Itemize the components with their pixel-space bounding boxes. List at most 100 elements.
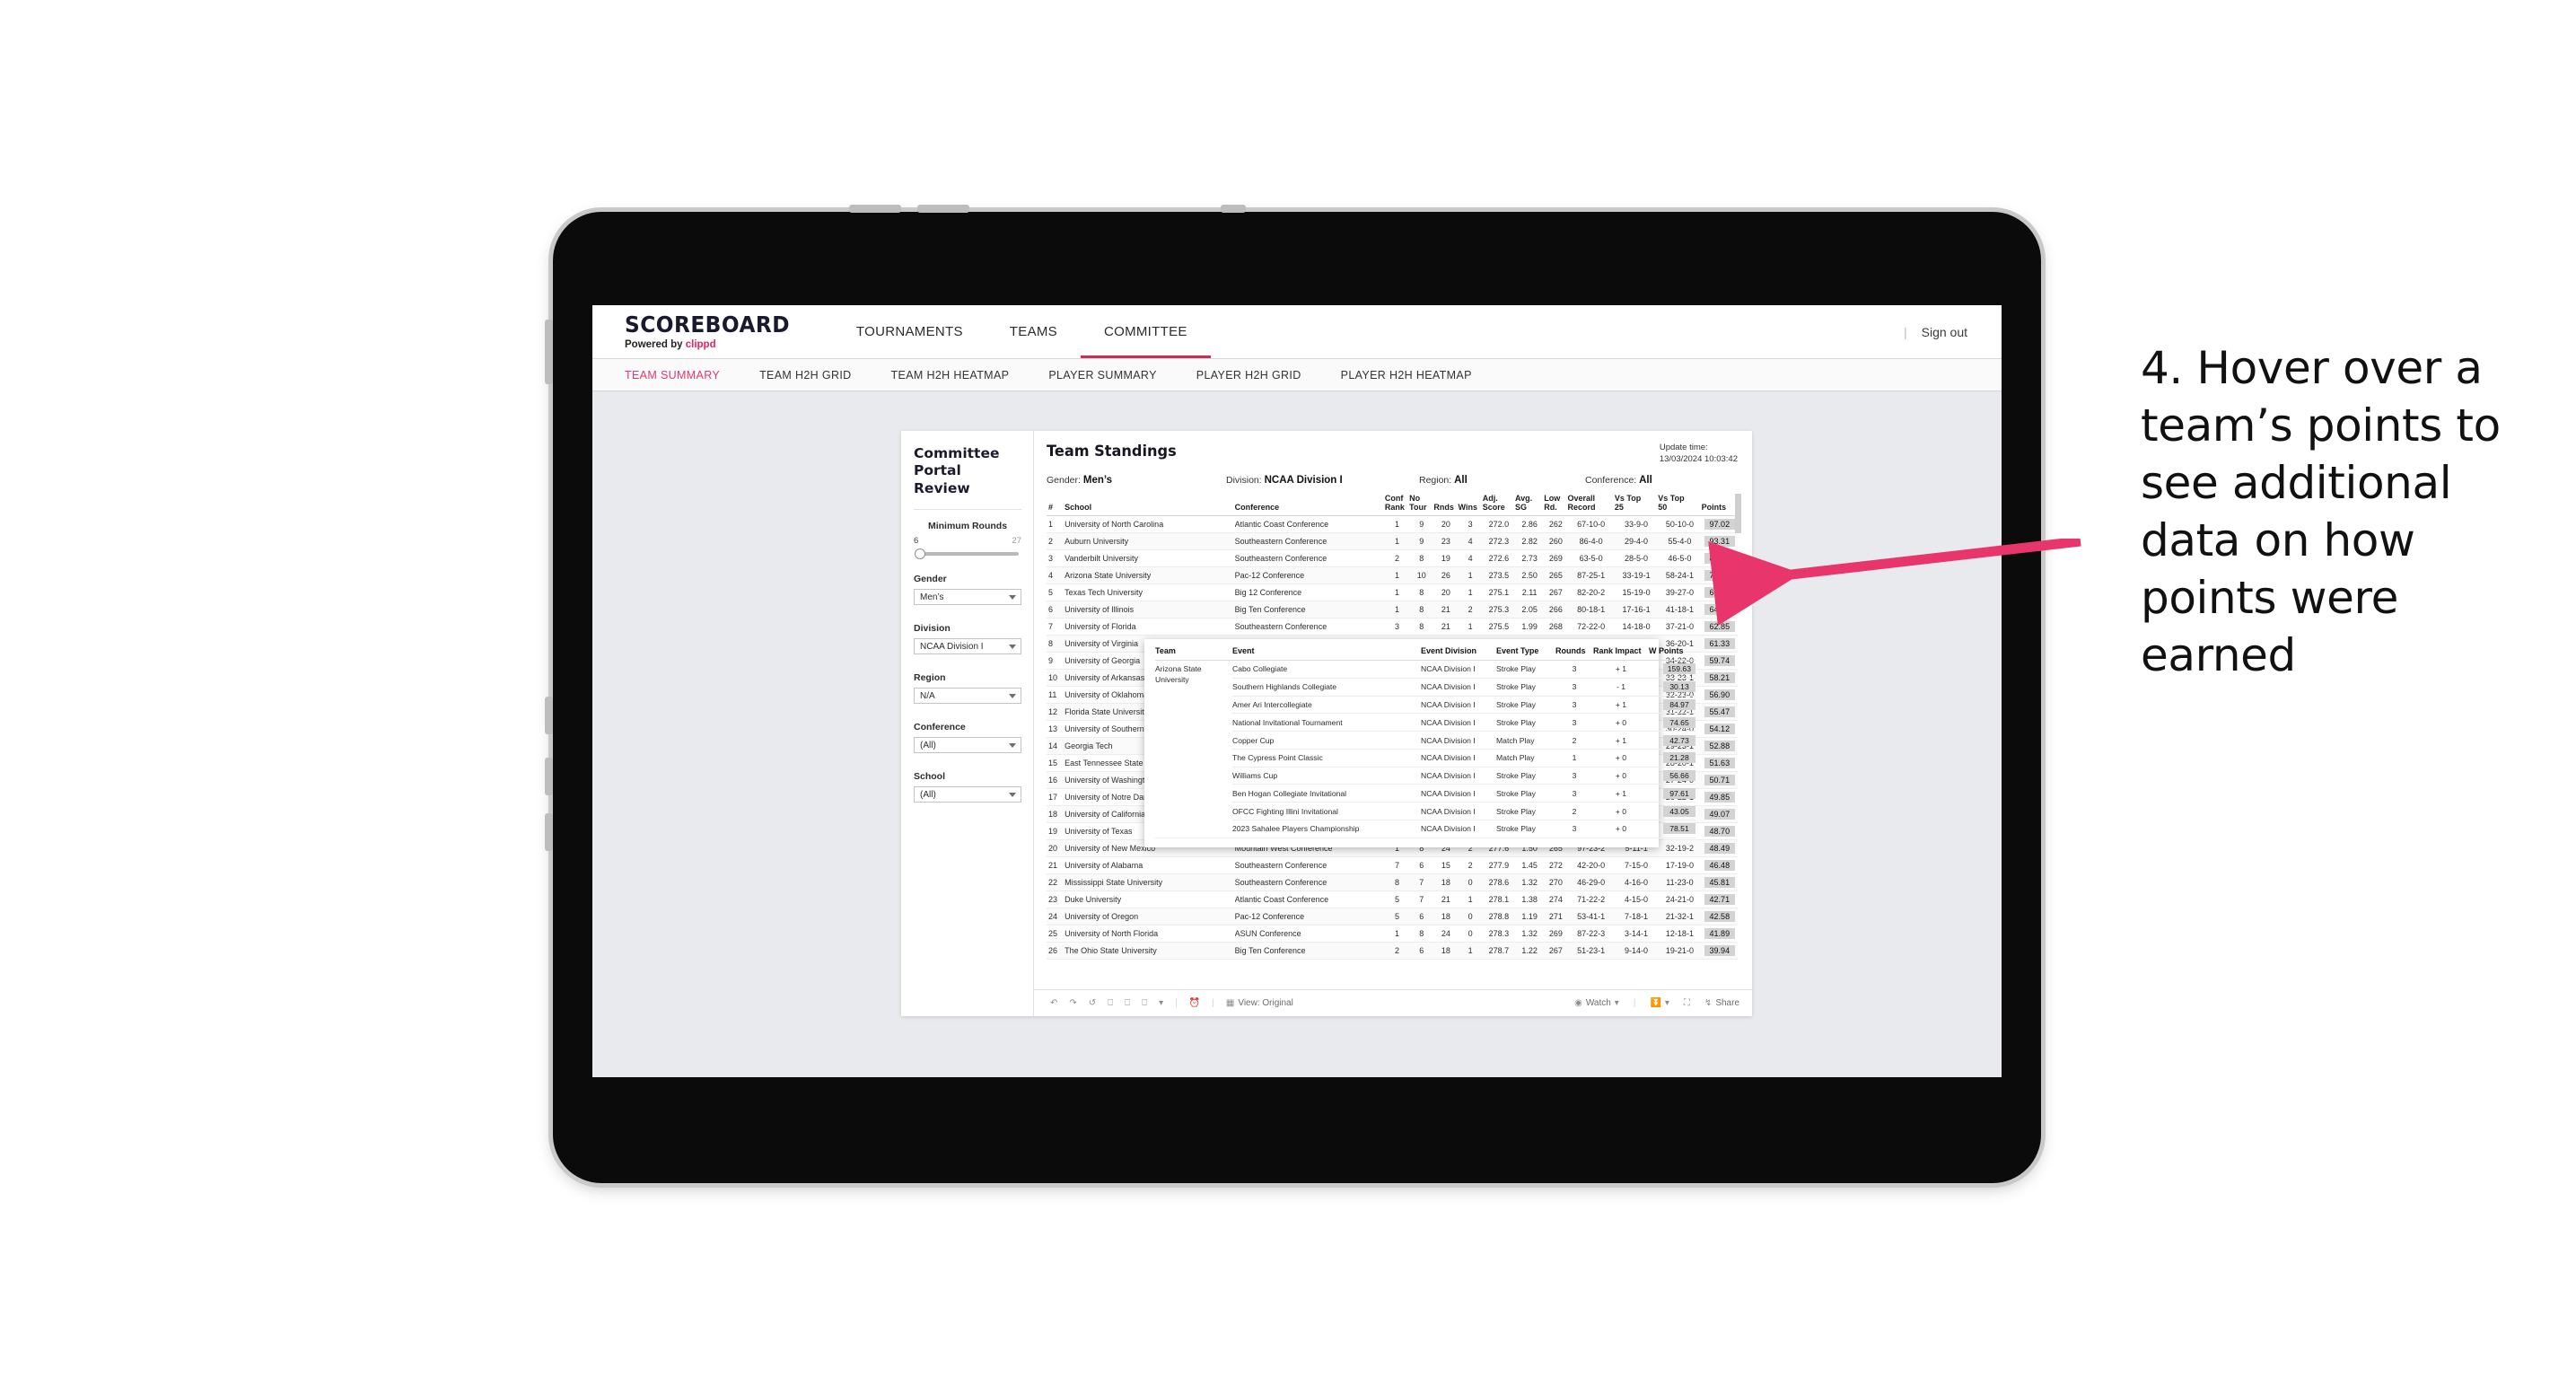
table-row[interactable]: 3 Vanderbilt University Southeastern Confe… [1047,549,1738,567]
device-layout-icon[interactable]: ⎕ [1142,998,1147,1008]
points-chip: 45.81 [1704,876,1735,888]
tab-player-h2h-heatmap[interactable]: PLAYER H2H HEATMAP [1341,369,1492,382]
region-select[interactable]: N/A [914,688,1021,705]
col-conference[interactable]: Conference [1234,493,1385,516]
cell-points[interactable]: 59.74 [1701,652,1738,670]
cell-points[interactable]: 49.07 [1701,805,1738,823]
cell-points[interactable]: 58.21 [1701,669,1738,687]
table-row[interactable]: 2 Auburn University Southeastern Conferenc… [1047,532,1738,550]
tooltip-cell-rank-impact: + 1 [1593,784,1649,803]
cell-points[interactable]: 42.71 [1701,890,1738,908]
cell-conf-rank: 2 [1384,549,1410,567]
table-row[interactable]: 7 University of Florida Southeastern Confe… [1047,618,1738,636]
chevron-down-icon[interactable]: ▾ [1159,998,1163,1008]
app-header-right: | Sign out [1904,305,2002,358]
cell-points[interactable]: 45.81 [1701,873,1738,891]
table-row[interactable]: 25 University of North Florida ASUN Confer… [1047,925,1738,943]
conference-select[interactable]: (All) [914,737,1021,754]
power-button[interactable] [1221,205,1246,213]
volume-up-button[interactable] [849,205,901,213]
history-icon[interactable]: ⏰ [1189,998,1200,1008]
cell-points[interactable]: 42.58 [1701,908,1738,925]
tab-player-h2h-grid[interactable]: PLAYER H2H GRID [1196,369,1321,382]
tab-team-summary[interactable]: TEAM SUMMARY [625,369,740,382]
division-select[interactable]: NCAA Division I [914,638,1021,655]
slider-handle[interactable] [915,548,925,560]
col-rank[interactable]: # [1047,493,1065,516]
cell-points[interactable]: 54.12 [1701,720,1738,738]
table-scrollbar-thumb[interactable] [1735,493,1741,533]
cell-points[interactable]: 56.90 [1701,686,1738,704]
cell-points[interactable]: 55.47 [1701,703,1738,721]
cell-points[interactable]: 50.71 [1701,771,1738,789]
cell-points[interactable]: 61.33 [1701,635,1738,653]
nav-item-tournaments[interactable]: TOURNAMENTS [833,305,986,358]
brand-logo[interactable]: SCOREBOARD Powered by clippd [592,305,833,358]
col-vs-top-50[interactable]: Vs Top 50 [1658,493,1702,516]
cell-points[interactable]: 97.02 [1701,515,1738,533]
table-row[interactable]: 24 University of Oregon Pac-12 Conference 5… [1047,908,1738,925]
side-button-b[interactable] [545,758,553,795]
col-vs-top-25[interactable]: Vs Top 25 [1614,493,1659,516]
table-row[interactable]: 22 Mississippi State University Southeaste… [1047,873,1738,891]
gender-select[interactable]: Men’s [914,589,1021,606]
col-adj-score[interactable]: Adj. Score [1482,493,1516,516]
cell-points[interactable]: 48.49 [1701,839,1738,857]
fullscreen-button[interactable]: ⛶ [1684,998,1690,1008]
side-button-a[interactable] [545,697,553,734]
cell-points[interactable]: 49.85 [1701,788,1738,806]
table-row[interactable]: 1 University of North Carolina Atlantic Co… [1047,515,1738,533]
undo-icon[interactable]: ↶ [1050,998,1057,1008]
school-select[interactable]: (All) [914,786,1021,803]
col-points[interactable]: Points [1701,493,1738,516]
side-button-c[interactable] [545,813,553,851]
cell-points[interactable]: 51.63 [1701,754,1738,772]
nav-item-committee[interactable]: COMMITTEE [1080,305,1211,358]
cell-points[interactable]: 52.88 [1701,737,1738,755]
cell-school: Vanderbilt University [1065,549,1235,567]
cell-points[interactable]: 48.70 [1701,822,1738,840]
filter-panel: Committee Portal Review Minimum Rounds 6… [901,431,1034,1016]
table-row[interactable]: 5 Texas Tech University Big 12 Conference 1… [1047,583,1738,601]
col-avg-sg[interactable]: Avg. SG [1515,493,1545,516]
tooltip-cell-rank-impact: + 0 [1593,767,1649,785]
share-button[interactable]: ↯ Share [1704,998,1739,1008]
col-low-rd[interactable]: Low Rd. [1544,493,1568,516]
w-points-chip: 30.13 [1663,681,1695,693]
tooltip-row: Arizona State University Cabo Collegiate N… [1155,660,1695,838]
cell-vs-top-25: 3-14-1 [1614,925,1659,943]
cell-points[interactable]: 46.48 [1701,856,1738,874]
watch-button[interactable]: ◉ Watch ▾ [1574,998,1619,1008]
cell-points[interactable]: 41.89 [1701,925,1738,943]
redo-icon[interactable]: ↷ [1069,998,1076,1008]
cell-rank: 4 [1047,566,1065,584]
table-row[interactable]: 4 Arizona State University Pac-12 Conferen… [1047,566,1738,584]
sign-out-link[interactable]: Sign out [1922,325,1967,339]
minimum-rounds-slider[interactable] [915,548,1019,560]
col-rnds[interactable]: Rnds [1433,493,1459,516]
table-row[interactable]: 21 University of Alabama Southeastern Conf… [1047,856,1738,874]
pause-icon[interactable]: ⎕ [1125,998,1130,1008]
download-button[interactable]: ⏬ ▾ [1650,998,1669,1008]
cell-school: The Ohio State University [1065,942,1235,960]
col-school[interactable]: School [1065,493,1235,516]
w-points-chip: 43.05 [1663,805,1695,817]
table-row[interactable]: 6 University of Illinois Big Ten Conferenc… [1047,601,1738,618]
col-no-tour[interactable]: No Tour [1409,493,1434,516]
table-row[interactable]: 23 Duke University Atlantic Coast Conferen… [1047,890,1738,908]
view-original-button[interactable]: ▦ View: Original [1226,998,1293,1008]
cell-points[interactable]: 39.94 [1701,942,1738,960]
cell-overall-record: 80-18-1 [1567,601,1615,618]
refresh-data-icon[interactable]: ⎕ [1108,998,1113,1008]
tab-team-h2h-heatmap[interactable]: TEAM H2H HEATMAP [891,369,1030,382]
tab-player-summary[interactable]: PLAYER SUMMARY [1048,369,1176,382]
volume-down-button[interactable] [917,205,969,213]
table-row[interactable]: 26 The Ohio State University Big Ten Confe… [1047,942,1738,960]
nav-item-teams[interactable]: TEAMS [986,305,1081,358]
toolbar-divider-3: | [1633,998,1636,1008]
revert-icon[interactable]: ↺ [1089,998,1096,1008]
col-conf-rank[interactable]: Conf Rank [1384,493,1410,516]
tab-team-h2h-grid[interactable]: TEAM H2H GRID [759,369,871,382]
col-overall-record[interactable]: Overall Record [1567,493,1615,516]
col-wins[interactable]: Wins [1458,493,1483,516]
